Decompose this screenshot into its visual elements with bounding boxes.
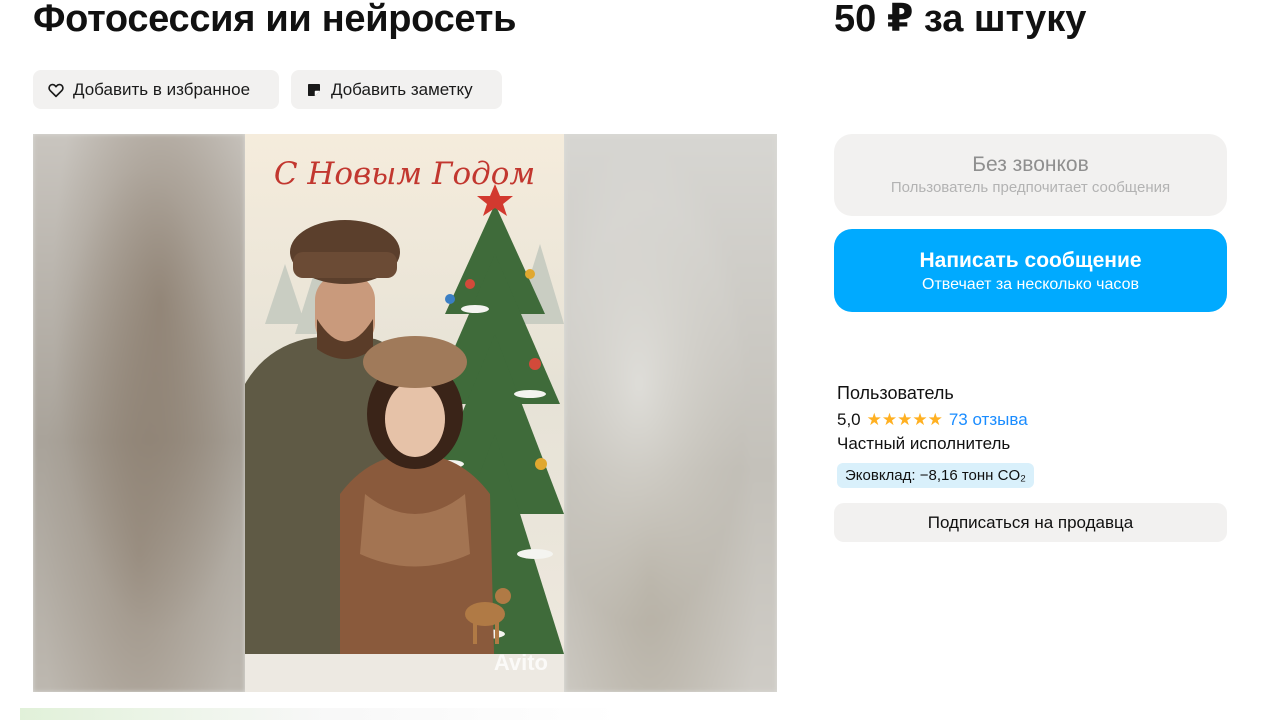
seller-type: Частный исполнитель [837, 434, 1011, 453]
main-photo[interactable]: С Новым Годом Avito [245, 134, 564, 692]
subscribe-seller-button[interactable]: Подписаться на продавца [834, 503, 1227, 542]
rating-value: 5,0 [837, 410, 861, 429]
listing-page: Фотосессия ии нейросеть 50 ₽ за штуку До… [0, 0, 1280, 720]
photo-gallery[interactable]: С Новым Годом Avito [33, 134, 777, 692]
blurred-background-right [565, 134, 777, 692]
add-note-label: Добавить заметку [331, 79, 473, 99]
write-message-subtitle: Отвечает за несколько часов [922, 275, 1139, 293]
no-calls-subtitle: Пользователь предпочитает сообщения [890, 179, 1171, 196]
no-calls-title: Без звонков [972, 153, 1089, 176]
add-to-favorites-button[interactable]: Добавить в избранное [33, 70, 279, 109]
seller-name[interactable]: Пользователь [837, 383, 954, 404]
note-icon [305, 81, 323, 99]
write-message-button[interactable]: Написать сообщение Отвечает за несколько… [834, 229, 1227, 312]
blurred-background-left [33, 134, 245, 692]
heart-icon [47, 81, 65, 99]
listing-price: 50 ₽ за штуку [834, 0, 1087, 40]
no-calls-button: Без звонков Пользователь предпочитает со… [834, 134, 1227, 216]
watermark: Avito [493, 650, 548, 675]
eco-badge[interactable]: Эковклад: −8,16 тонн CO₂ [837, 463, 1034, 488]
add-to-favorites-label: Добавить в избранное [73, 79, 251, 99]
listing-title: Фотосессия ии нейросеть [33, 0, 517, 40]
reviews-link[interactable]: 73 отзыва [949, 410, 1028, 430]
rating-stars-icon: ★★★★★ [866, 410, 943, 429]
add-note-button[interactable]: Добавить заметку [291, 70, 502, 109]
bottom-cut-off-content [20, 708, 620, 720]
write-message-title: Написать сообщение [919, 248, 1142, 272]
new-year-card-illustration [245, 134, 564, 692]
card-greeting-text: С Новым Годом [273, 156, 536, 192]
seller-rating: 5,0 ★★★★★ 73 отзыва [837, 410, 1028, 430]
